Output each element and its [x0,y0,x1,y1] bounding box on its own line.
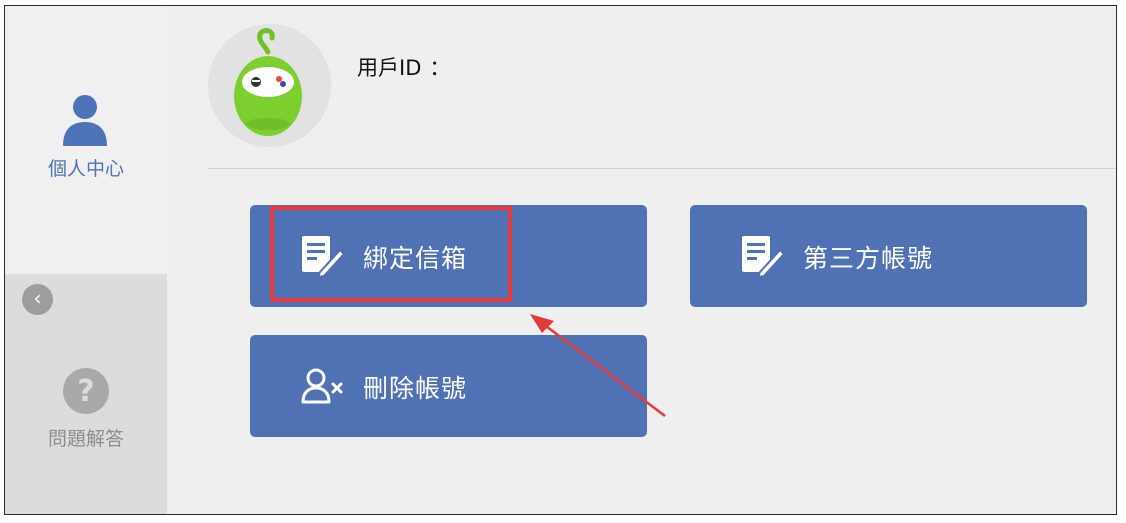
bind-email-button[interactable]: 綁定信箱 [250,205,647,307]
remove-user-icon [301,368,343,404]
user-id-label: 用戶ID [357,56,422,80]
person-icon [63,95,107,146]
delete-account-label: 刪除帳號 [363,374,468,403]
sidebar-item-help[interactable]: ‹ ? 問題解答 [5,274,167,514]
mascot-image [234,28,302,136]
user-id: 用戶ID ： [357,52,458,82]
user-id-separator: ： [429,56,451,80]
delete-account-button[interactable]: 刪除帳號 [250,335,647,437]
sidebar-item-label: 問題解答 [47,428,124,450]
sidebar-item-profile[interactable]: 個人中心 [5,6,167,274]
sidebar-item-label: 個人中心 [47,158,124,180]
edit-document-icon [302,236,344,278]
edit-document-icon [742,236,784,278]
third-party-account-label: 第三方帳號 [803,244,934,273]
question-icon: ? [63,368,109,414]
third-party-account-button[interactable]: 第三方帳號 [690,205,1087,307]
bind-email-label: 綁定信箱 [363,244,468,273]
sidebar: 個人中心 ‹ ? 問題解答 [5,6,167,514]
app-window: 個人中心 ‹ ? 問題解答 用戶ID ： 綁定信箱 第三方帳號 刪除帳號 [4,5,1117,515]
avatar [208,24,331,147]
chevron-left-icon[interactable]: ‹ [22,284,53,315]
svg-text:?: ? [77,374,94,409]
header-divider [208,168,1116,169]
